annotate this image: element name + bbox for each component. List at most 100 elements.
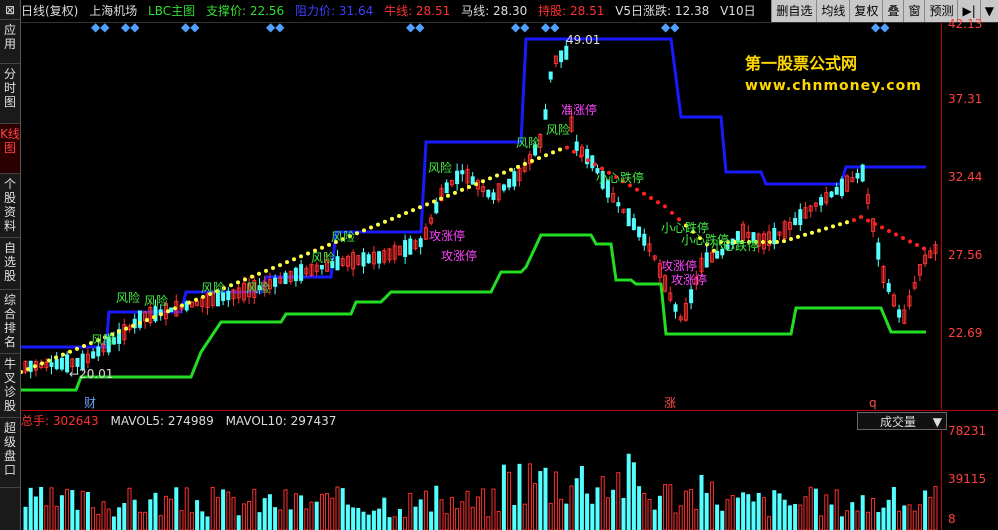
trend-dot <box>264 268 268 273</box>
candle-body <box>637 226 642 238</box>
volume-bar <box>569 485 574 530</box>
trend-dot <box>467 185 471 190</box>
volume-bar <box>429 511 434 530</box>
volume-bar <box>694 508 699 530</box>
trend-dot <box>824 226 828 231</box>
volume-bar <box>481 488 486 530</box>
volume-bar <box>241 503 246 530</box>
top-marker: ◆◆ <box>511 22 530 34</box>
volume-bar <box>335 486 340 530</box>
overlay-button[interactable]: 叠 <box>882 0 903 22</box>
volume-bar <box>496 511 501 530</box>
trend-dot <box>54 355 58 360</box>
trend-dot <box>460 187 464 192</box>
volume-bar <box>257 512 262 530</box>
volume-bar <box>668 484 673 530</box>
brand-url: www.chnmoney.com <box>745 78 922 94</box>
adjust-button[interactable]: 复权 <box>849 0 882 22</box>
ma-button[interactable]: 均线 <box>816 0 849 22</box>
sidebar-item-diagnosis[interactable]: 牛叉诊股 <box>0 354 20 418</box>
trend-dot <box>901 236 905 240</box>
volume-bar <box>70 490 75 530</box>
trend-dot <box>187 300 191 305</box>
volume-bar <box>616 472 621 530</box>
window-button[interactable]: 窗 <box>903 0 924 22</box>
trend-dot <box>908 239 912 244</box>
trend-dot <box>516 164 520 169</box>
candle-body <box>793 218 798 225</box>
sidebar-item-apps[interactable]: 应用 <box>0 20 20 64</box>
trend-dot <box>565 145 569 150</box>
period-label[interactable]: 日线(复权) <box>21 0 78 22</box>
trend-dot <box>131 323 135 328</box>
volume-bar <box>377 508 382 530</box>
attack-label: 攻涨停 <box>661 258 697 273</box>
attack-label: 攻涨停 <box>429 228 465 243</box>
volume-bar <box>392 516 397 530</box>
risk-label: 风险 <box>144 293 168 308</box>
mavol5: MAVOL5: 274989 <box>110 414 214 428</box>
trend-dot <box>663 204 667 209</box>
dropdown-icon[interactable]: ▼ <box>979 0 998 22</box>
low-label: ←20.01 <box>69 367 113 381</box>
candle-body <box>91 351 96 359</box>
volume-bar <box>865 511 870 530</box>
sidebar-item-kline[interactable]: K线图 <box>0 124 20 174</box>
trend-dot <box>82 343 86 348</box>
sidebar-item-profile[interactable]: 个股资料 <box>0 174 20 238</box>
volume-bar <box>319 493 324 530</box>
trend-dot <box>418 205 422 210</box>
volume-bar <box>808 486 813 530</box>
volume-bar <box>49 487 54 530</box>
risk-label: 风险 <box>546 122 570 137</box>
trend-dot <box>271 265 275 270</box>
volume-chart[interactable] <box>21 430 941 530</box>
volume-bar <box>881 507 886 530</box>
trend-dot <box>810 230 814 235</box>
trend-dot <box>166 309 170 314</box>
volume-bar <box>782 499 787 530</box>
trend-dot <box>642 191 646 196</box>
trend-dot <box>138 320 142 325</box>
sidebar-collapse-icon[interactable]: ⊠ <box>0 0 20 20</box>
volume-bar <box>314 501 319 530</box>
top-marker: ◆◆ <box>181 22 200 34</box>
volume-bar <box>512 504 517 530</box>
volume-bar <box>912 510 917 530</box>
volume-bar <box>91 507 96 530</box>
volume-bar <box>195 500 200 530</box>
v10-value: V10日 <box>720 4 756 18</box>
volume-bar <box>647 499 652 530</box>
candle-body <box>798 209 803 226</box>
indicator-name[interactable]: LBC主图 <box>148 0 195 22</box>
trend-dot <box>369 225 373 230</box>
trend-dot <box>544 153 548 158</box>
trend-dot <box>40 361 44 366</box>
volume-bar <box>267 494 272 530</box>
sidebar-item-ranking[interactable]: 综合排名 <box>0 290 20 354</box>
volume-bar <box>293 493 298 530</box>
volume-bar <box>356 508 361 530</box>
sidebar-item-watchlist[interactable]: 自选股 <box>0 238 20 290</box>
sidebar-item-intraday[interactable]: 分时图 <box>0 64 20 124</box>
sidebar-item-depth[interactable]: 超级盘口 <box>0 418 20 488</box>
volume-bar <box>111 516 116 530</box>
volume-indicator-select[interactable]: 成交量 ▼ <box>857 412 947 430</box>
volume-bar <box>351 507 356 530</box>
candle-body <box>96 346 101 357</box>
remove-watchlist-button[interactable]: 删自选 <box>771 0 816 22</box>
top-marker: ◆◆ <box>406 22 425 34</box>
trend-dot <box>502 170 506 175</box>
trend-dot <box>768 240 772 244</box>
volume-bar <box>54 505 59 530</box>
attack-label: 攻涨停 <box>671 272 707 287</box>
volume-bar <box>897 510 902 530</box>
volume-bar <box>23 506 28 530</box>
volume-tick: 8 <box>948 512 956 526</box>
top-marker: ◆◆ <box>91 22 110 34</box>
candle-body <box>377 251 382 264</box>
marker-label: q <box>869 396 877 410</box>
candle-body <box>834 186 839 195</box>
trend-dot <box>285 260 289 265</box>
volume-bar <box>397 509 402 530</box>
